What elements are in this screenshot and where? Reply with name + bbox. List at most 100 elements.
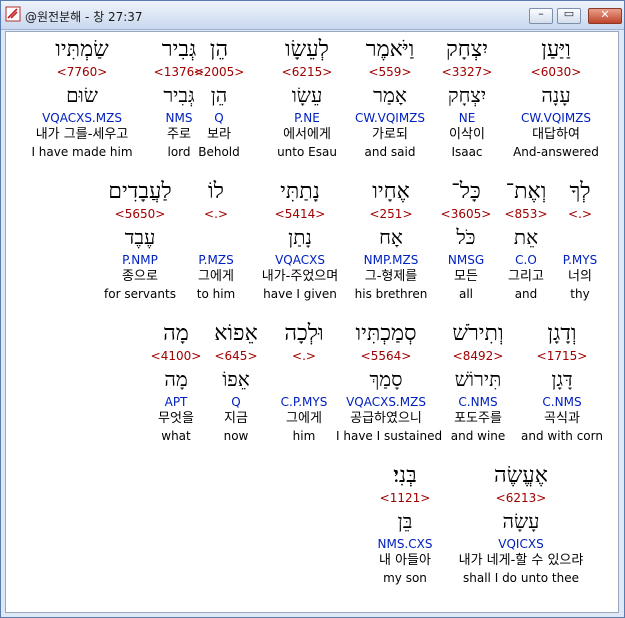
hebrew-root: בֵּן: [397, 509, 413, 533]
parsing-code: P.MYS: [562, 253, 598, 267]
word-block[interactable]: מָה <4100> מָה APT 무엇을 what: [146, 320, 206, 444]
strong-number: <.>: [204, 207, 228, 221]
word-block[interactable]: לַעֲבָדִים <5650> עֶבֶד P.NMP 종으로 for se…: [92, 178, 188, 302]
hebrew-root: אֵפוֹ: [222, 367, 250, 391]
word-block[interactable]: אֶחָיו <251> אָח NMP.MZS 그-형제를 his breth…: [346, 178, 436, 302]
close-icon: ✕: [600, 8, 610, 21]
strong-number: <5650>: [114, 207, 166, 221]
maximize-button[interactable]: ▭: [557, 7, 581, 24]
word-block[interactable]: גְּבִיר <1376> גְּבִיר NMS 주로 lord: [144, 36, 214, 160]
minimize-button[interactable]: –: [529, 7, 553, 24]
english-gloss: and: [514, 287, 538, 301]
parsing-code: C.NMS: [542, 395, 582, 409]
english-gloss: lord: [167, 145, 191, 159]
strong-number: <645>: [214, 349, 258, 363]
hebrew-root: מָה: [164, 367, 188, 391]
english-gloss: I have made him: [31, 145, 133, 159]
english-gloss: what: [161, 429, 191, 443]
korean-gloss: 내 아들아: [379, 553, 431, 568]
close-button[interactable]: ✕: [588, 8, 622, 24]
hebrew-word: גְּבִיר: [161, 37, 197, 62]
korean-gloss: 공급하였으니: [350, 411, 422, 426]
hebrew-root: [552, 222, 608, 252]
parsing-code: VQACXS: [275, 253, 325, 267]
parsing-code: APT: [164, 395, 188, 409]
app-icon: [5, 6, 21, 22]
hebrew-word: וְאֶת־: [505, 179, 547, 204]
parsing-code: VQACXS.MZS: [42, 111, 122, 125]
parsing-code: NMSG: [447, 253, 485, 267]
word-block[interactable]: אֶעֱשֶׂה <6213> עָשָׂה VQICXS 내가 네게-할 수 …: [446, 462, 596, 586]
hebrew-word: לַעֲבָדִים: [108, 179, 172, 204]
hebrew-word: אֶחָיו: [372, 179, 410, 204]
word-block[interactable]: לְעֵשָׂו <6215> עֵשָׂו P.NE 에서에게 unto Es…: [254, 36, 360, 160]
hebrew-word: לְעֵשָׂו: [285, 37, 329, 62]
korean-gloss: 곡식과: [544, 411, 580, 426]
hebrew-root: עֶבֶד: [124, 225, 156, 249]
korean-gloss: 무엇을: [158, 411, 194, 426]
hebrew-word: אֶעֱשֶׂה: [494, 463, 548, 488]
parsing-code: NMS: [165, 111, 193, 125]
strong-number: <1715>: [536, 349, 588, 363]
korean-gloss: 종으로: [122, 269, 158, 284]
strong-number: <251>: [369, 207, 413, 221]
word-block[interactable]: וְתִירֹשׁ <8492> תִּירוֹשׁ C.NMS 포도주를 an…: [438, 320, 518, 444]
strong-number: <853>: [504, 207, 548, 221]
maximize-icon: ▭: [563, 7, 575, 20]
korean-gloss: 그에게: [286, 411, 322, 426]
hebrew-word: מָה: [163, 321, 189, 346]
hebrew-root: תִּירוֹשׁ: [454, 367, 502, 391]
korean-gloss: 모든: [454, 269, 478, 284]
hebrew-word: וְתִירֹשׁ: [452, 321, 504, 346]
word-block[interactable]: שַׂמְתִּיו <7760> שׂוּם VQACXS.MZS 내가 그를…: [22, 36, 142, 160]
hebrew-root: כֹּל: [456, 225, 476, 249]
title-bar[interactable]: @원전분해 - 창 27:37 – ▭ ✕: [1, 1, 624, 30]
english-gloss: all: [458, 287, 474, 301]
hebrew-word: נָתַתִּי: [280, 179, 320, 204]
word-block[interactable]: אֵפוֹא <645> אֵפוֹ Q 지금 now: [204, 320, 268, 444]
hebrew-word: וּלְכָה: [284, 321, 324, 346]
english-gloss: and with corn: [521, 429, 603, 443]
parsing-code: P.NE: [294, 111, 320, 125]
hebrew-root: עָשָׂה: [502, 509, 540, 533]
hebrew-root: אֵת: [513, 225, 539, 249]
hebrew-root: שׂוּם: [66, 83, 98, 107]
word-block[interactable]: וּלְכָה <.> C.P.MYS 그에게 him: [266, 320, 342, 444]
hebrew-word: אֵפוֹא: [214, 321, 258, 346]
strong-number: <4100>: [150, 349, 202, 363]
parsing-code: C.P.MYS: [280, 395, 328, 409]
korean-gloss: 포도주를: [454, 411, 502, 426]
hebrew-word: בְּנִי׃: [393, 463, 417, 488]
parsing-code: P.MZS: [198, 253, 234, 267]
word-block[interactable]: לוֹ <.> P.MZS 그에게 to him: [188, 178, 244, 302]
english-gloss: and wine: [450, 429, 506, 443]
word-block[interactable]: וְאֶת־ <853> אֵת C.O 그리고 and: [498, 178, 554, 302]
parsing-code: Q: [231, 395, 241, 409]
word-block[interactable]: סְמַכְתִּיו <5564> סָמַךְ VQACXS.MZS 공급하…: [336, 320, 442, 444]
word-block[interactable]: וְדָגָן <1715> דָּגָן C.NMS 곡식과 and with…: [514, 320, 610, 444]
korean-gloss: 내가 그를-세우고: [35, 127, 129, 142]
word-block[interactable]: נָתַתִּי <5414> נָתַן VQACXS 내가-주었으며 hav…: [250, 178, 350, 302]
english-gloss: shall I do unto thee: [463, 571, 579, 585]
hebrew-root: [188, 222, 244, 252]
korean-gloss: 그에게: [198, 269, 234, 284]
word-block[interactable]: לְךָ <.> P.MYS 너의 thy: [552, 178, 608, 302]
parsing-code: NMP.MZS: [363, 253, 419, 267]
english-gloss: him: [292, 429, 316, 443]
parsing-code: VQACXS.MZS: [346, 395, 426, 409]
strong-number: <.>: [292, 349, 316, 363]
analysis-panel: וַיַּעַן <6030> עָנָה CW.VQIMZS 대답하여 And…: [5, 31, 619, 613]
hebrew-root: דָּגָן: [551, 367, 573, 391]
hebrew-root: [266, 364, 342, 394]
word-block[interactable]: בְּנִי׃ <1121> בֵּן NMS.CXS 내 아들아 my son: [362, 462, 448, 586]
parsing-code: C.O: [515, 253, 537, 267]
strong-number: <1121>: [379, 491, 431, 505]
hebrew-word: לוֹ: [208, 179, 224, 204]
hebrew-root: עֵשָׂו: [291, 83, 323, 107]
english-gloss: my son: [383, 571, 427, 585]
word-block[interactable]: כָּל־ <3605> כֹּל NMSG 모든 all: [436, 178, 496, 302]
hebrew-root: גְּבִיר: [163, 83, 195, 107]
hebrew-root: סָמַךְ: [369, 367, 403, 391]
window-title: @원전분해 - 창 27:37: [25, 10, 143, 24]
strong-number: <7760>: [56, 65, 108, 79]
